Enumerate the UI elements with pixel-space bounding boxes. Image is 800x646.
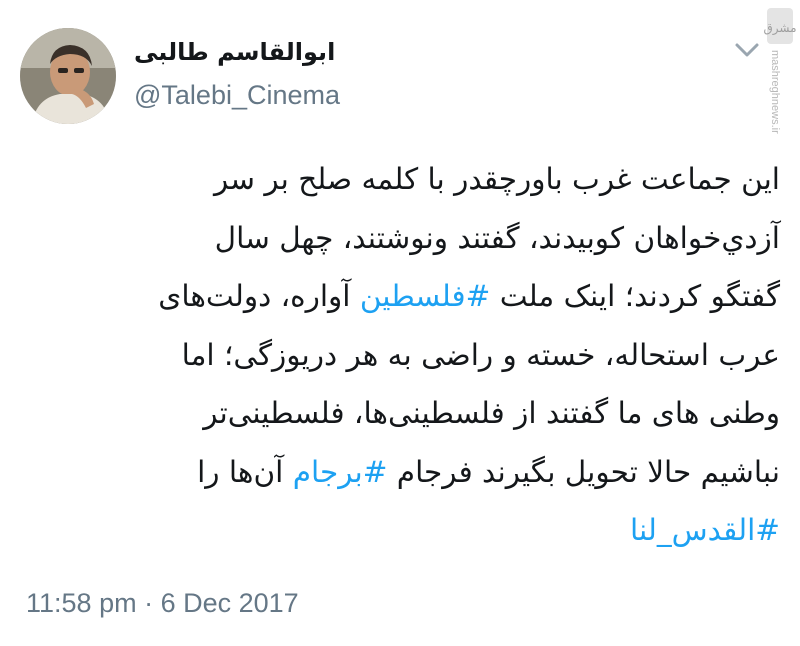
- tweet-text-segment: آن‌ها را: [197, 454, 293, 489]
- watermark-text: mashreghnews.ir: [769, 50, 781, 134]
- tweet-text-segment: نباشیم حالا تحویل بگیرند فرجام: [387, 454, 780, 489]
- tweet-line: این جماعت غرب باورچقدر با کلمه صلح بر سر: [60, 150, 780, 209]
- hashtag-link[interactable]: #القدس_لنا: [630, 513, 780, 547]
- tweet-card: ابوالقاسم طالبی @Talebi_Cinema مشرق mash…: [0, 0, 800, 646]
- hashtag-link[interactable]: #فلسطین: [360, 279, 490, 313]
- tweet-timestamp[interactable]: 11:58 pm · 6 Dec 2017: [26, 588, 299, 619]
- tweet-line: گفتگو کردند؛ اینک ملت #فلسطین آواره، دول…: [60, 267, 780, 326]
- tweet-text-segment: وطنی های ما گفتند از فلسطینی‌ها، فلسطینی…: [203, 396, 780, 430]
- tweet-text-segment: گفتگو کردند؛ اینک ملت: [490, 279, 780, 313]
- tweet-line: نباشیم حالا تحویل بگیرند فرجام #برجام آن…: [60, 443, 780, 502]
- tweet-text-segment: عرب استحاله، خسته و راضی به هر دریوزگی؛ …: [181, 337, 780, 372]
- tweet-text: این جماعت غرب باورچقدر با کلمه صلح بر سر…: [60, 150, 780, 560]
- watermark-brand: مشرق: [763, 21, 796, 36]
- tweet-line: وطنی های ما گفتند از فلسطینی‌ها، فلسطینی…: [60, 384, 780, 443]
- avatar[interactable]: [20, 28, 116, 124]
- tweet-line: عرب استحاله، خسته و راضی به هر دریوزگی؛ …: [60, 326, 780, 385]
- tweet-line: #القدس_لنا: [60, 501, 780, 560]
- tweet-text-segment: آواره، دولت‌های: [158, 279, 360, 313]
- chevron-down-icon[interactable]: [732, 38, 762, 62]
- hashtag-link[interactable]: #برجام: [293, 455, 388, 489]
- tweet-text-segment: این جماعت غرب باورچقدر با کلمه صلح بر سر: [213, 162, 780, 196]
- avatar-image: [20, 28, 116, 124]
- display-name[interactable]: ابوالقاسم طالبی: [134, 38, 335, 66]
- tweet-line: آزدي‌خواهان کوبیدند، گفتند ونوشتند، چهل …: [60, 209, 780, 268]
- tweet-text-segment: آزدي‌خواهان کوبیدند، گفتند ونوشتند، چهل …: [214, 220, 780, 255]
- user-handle[interactable]: @Talebi_Cinema: [134, 80, 340, 111]
